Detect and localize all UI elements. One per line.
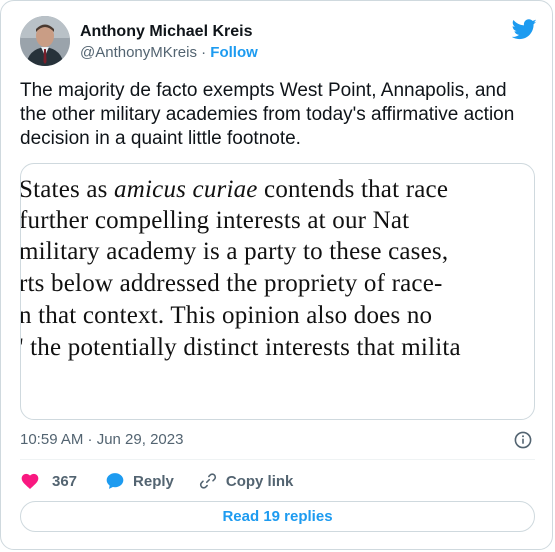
reply-button[interactable]: Reply — [105, 471, 174, 491]
divider — [20, 459, 535, 460]
reply-label: Reply — [133, 472, 174, 490]
copy-link-button[interactable]: Copy link — [198, 471, 294, 491]
document-line: States as amicus curiae contends that ra… — [20, 176, 449, 203]
document-line: n that context. This opinion also does n… — [20, 302, 433, 329]
info-icon[interactable] — [514, 431, 532, 449]
heart-icon — [21, 473, 39, 489]
document-line: further compelling interests at our Nat — [20, 207, 410, 234]
like-count: 367 — [52, 472, 78, 490]
tweet-actions: 367 Reply Copy link — [20, 470, 293, 492]
speech-bubble-icon — [106, 473, 124, 489]
tweet-card: Anthony Michael Kreis @AnthonyMKreis · F… — [0, 0, 553, 550]
separator-dot: · — [201, 44, 207, 61]
tweet-timestamp[interactable]: 10:59 AM · Jun 29, 2023 — [20, 431, 183, 448]
link-icon — [199, 473, 216, 489]
author-handle[interactable]: @AnthonyMKreis — [80, 44, 197, 61]
author-handle-row: @AnthonyMKreis · Follow — [80, 44, 258, 61]
avatar[interactable] — [20, 16, 70, 66]
author-name[interactable]: Anthony Michael Kreis — [80, 23, 252, 41]
document-line: military academy is a party to these cas… — [20, 238, 449, 265]
twitter-bird-icon[interactable] — [512, 19, 537, 40]
follow-button[interactable]: Follow — [210, 44, 258, 61]
like-button[interactable]: 367 — [20, 471, 77, 491]
tweet-text: The majority de facto exempts West Point… — [20, 80, 515, 149]
tweet-media-image[interactable]: States as amicus curiae contends that ra… — [20, 163, 535, 420]
copy-link-label: Copy link — [225, 472, 294, 490]
document-line: ' the potentially distinct interests tha… — [20, 334, 461, 361]
avatar-image — [20, 16, 70, 66]
read-replies-button[interactable]: Read 19 replies — [20, 501, 535, 532]
document-line: rts below addressed the propriety of rac… — [20, 270, 443, 297]
